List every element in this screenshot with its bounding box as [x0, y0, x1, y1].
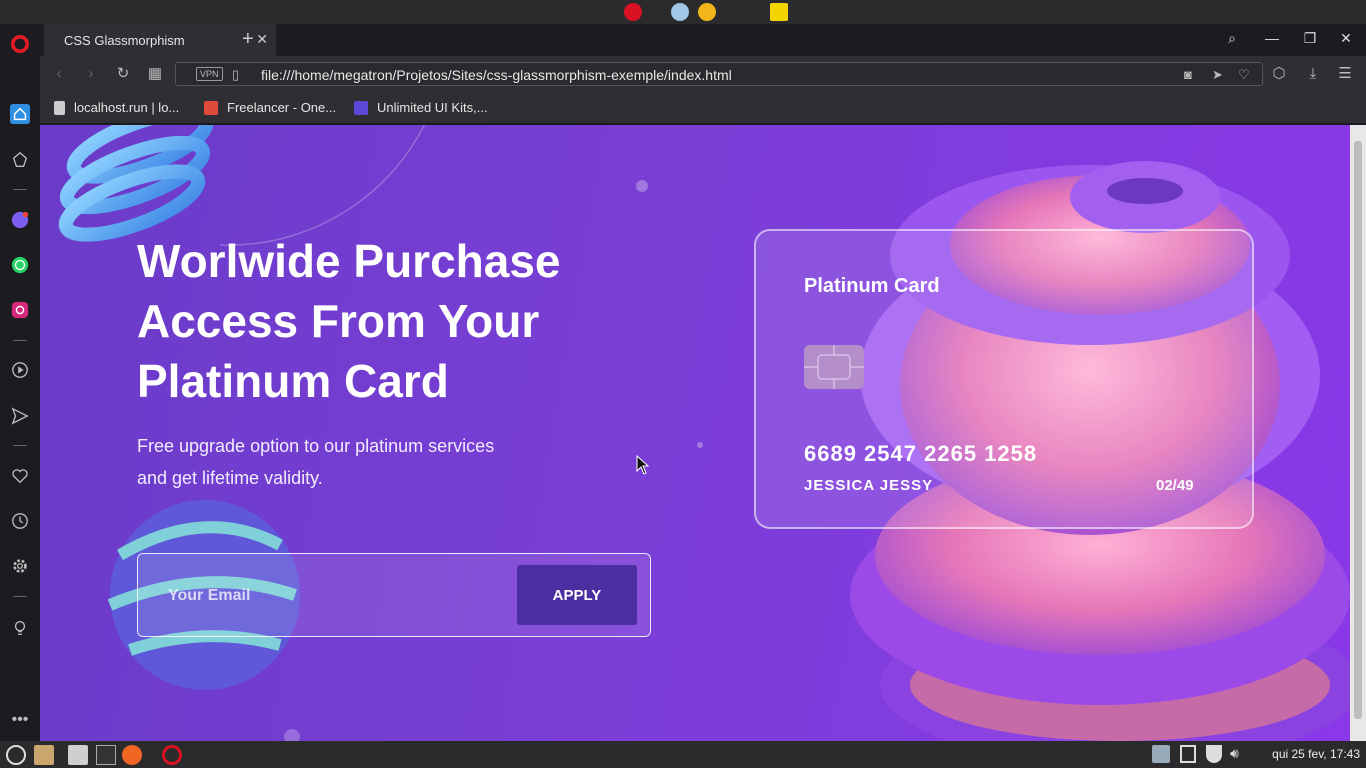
messenger-icon[interactable] [10, 210, 30, 230]
send-icon[interactable] [10, 406, 30, 426]
bookmark-label: Freelancer - One... [227, 100, 337, 115]
bookmark-label: localhost.run | lo... [74, 100, 180, 115]
downloads-icon[interactable]: ⤓ [1304, 65, 1322, 83]
bulb-app-icon[interactable] [671, 3, 689, 21]
up-logo-icon [354, 100, 368, 115]
files-icon[interactable] [34, 745, 54, 765]
scrollbar-thumb[interactable] [1354, 141, 1362, 719]
email-input[interactable] [148, 566, 508, 626]
bookmark-item[interactable]: localhost.run | lo... [54, 100, 179, 115]
clock[interactable]: qui 25 fev, 17:43 [1272, 747, 1360, 761]
bookmarks-bar: localhost.run | lo... Freelancer - One..… [40, 92, 1366, 124]
text-editor-icon[interactable] [68, 745, 88, 765]
page-icon [54, 100, 65, 115]
home-icon[interactable] [10, 104, 30, 124]
maximize-button[interactable]: ❐ [1300, 30, 1320, 47]
hero-title: Worlwide Purchase Access From Your Plati… [137, 235, 561, 407]
opera-icon[interactable] [162, 745, 182, 765]
reload-button[interactable]: ↻ [114, 65, 132, 83]
menu-icon[interactable] [6, 745, 26, 765]
bookmark-heart-icon[interactable]: ♡ [1238, 67, 1250, 83]
firefox-icon[interactable] [122, 745, 142, 765]
os-top-panel [0, 0, 1366, 24]
heart-icon[interactable] [10, 466, 30, 486]
page-icon: ▯ [232, 67, 240, 82]
bookmark-item[interactable]: Freelancer - One... [204, 100, 336, 115]
back-button[interactable]: ‹ [50, 65, 68, 83]
shield-icon[interactable] [1206, 745, 1222, 763]
hero-subtitle: Free upgrade option to our platinum serv… [137, 436, 495, 488]
card-title: Platinum Card [804, 275, 940, 297]
mouse-cursor-icon [636, 455, 650, 475]
url-text[interactable]: file:///home/megatron/Projetos/Sites/css… [261, 67, 732, 83]
navigation-bar: ‹ › ↻ ▦ VPN ▯ file:///home/megatron/Proj… [40, 56, 1366, 92]
notes-app-icon[interactable] [770, 3, 788, 21]
card-chip-icon [804, 345, 864, 389]
address-bar[interactable]: VPN ▯ file:///home/megatron/Projetos/Sit… [175, 62, 1263, 86]
settings-icon[interactable] [10, 556, 30, 576]
card-number: 6689 2547 2265 1258 [804, 441, 1038, 466]
more-icon[interactable]: ••• [10, 710, 30, 730]
forward-button[interactable]: › [82, 65, 100, 83]
web-page: Worlwide Purchase Access From Your Plati… [40, 125, 1350, 741]
tab-strip: CSS Glassmorphism ✕ + ⌕ — ❐ ✕ [40, 24, 1366, 56]
bulb-icon[interactable] [10, 618, 30, 638]
terminal-icon[interactable] [96, 745, 116, 765]
tabs-overview-button[interactable]: ▦ [146, 65, 164, 83]
tab-close-icon[interactable]: ✕ [256, 31, 268, 48]
minimize-button[interactable]: — [1262, 30, 1282, 46]
bookmark-label: Unlimited UI Kits,... [377, 100, 488, 115]
close-window-button[interactable]: ✕ [1336, 30, 1356, 47]
easy-setup-icon[interactable]: ☰ [1336, 65, 1354, 83]
page-scrollbar[interactable] [1350, 125, 1366, 741]
signup-form: APPLY [137, 553, 651, 637]
new-tab-button[interactable]: + [242, 28, 254, 51]
history-icon[interactable] [10, 511, 30, 531]
clipboard-icon[interactable] [1180, 745, 1196, 763]
search-tabs-icon[interactable]: ⌕ [1222, 30, 1242, 47]
opera-launcher-icon[interactable] [624, 3, 642, 21]
send-page-icon[interactable]: ➤ [1212, 67, 1223, 83]
card-holder: JESSICA JESSY [804, 477, 934, 494]
screenshot-icon[interactable] [1152, 745, 1170, 763]
apply-button[interactable]: APPLY [517, 565, 637, 625]
instagram-icon[interactable] [10, 300, 30, 320]
vpn-badge[interactable]: VPN [196, 67, 223, 81]
whatsapp-icon[interactable] [10, 255, 30, 275]
tab-title: CSS Glassmorphism [64, 32, 185, 48]
os-taskbar: 🔊︎ qui 25 fev, 17:43 [0, 741, 1366, 768]
browser-sidebar: ••• [0, 24, 40, 741]
s-logo-icon [204, 100, 218, 115]
speed-dial-icon[interactable] [10, 150, 30, 170]
weather-app-icon[interactable] [698, 3, 716, 21]
camera-icon[interactable]: ◙ [1184, 67, 1192, 82]
card-expiry: 02/49 [1156, 477, 1194, 494]
player-icon[interactable] [10, 360, 30, 380]
extensions-icon[interactable]: ⬡ [1270, 65, 1288, 83]
bookmark-item[interactable]: Unlimited UI Kits,... [354, 100, 488, 115]
opera-logo-icon[interactable] [10, 34, 30, 54]
platinum-card: Platinum Card 6689 2547 2265 1258 JESSIC… [754, 229, 1254, 529]
volume-icon[interactable]: 🔊︎ [1230, 745, 1250, 765]
